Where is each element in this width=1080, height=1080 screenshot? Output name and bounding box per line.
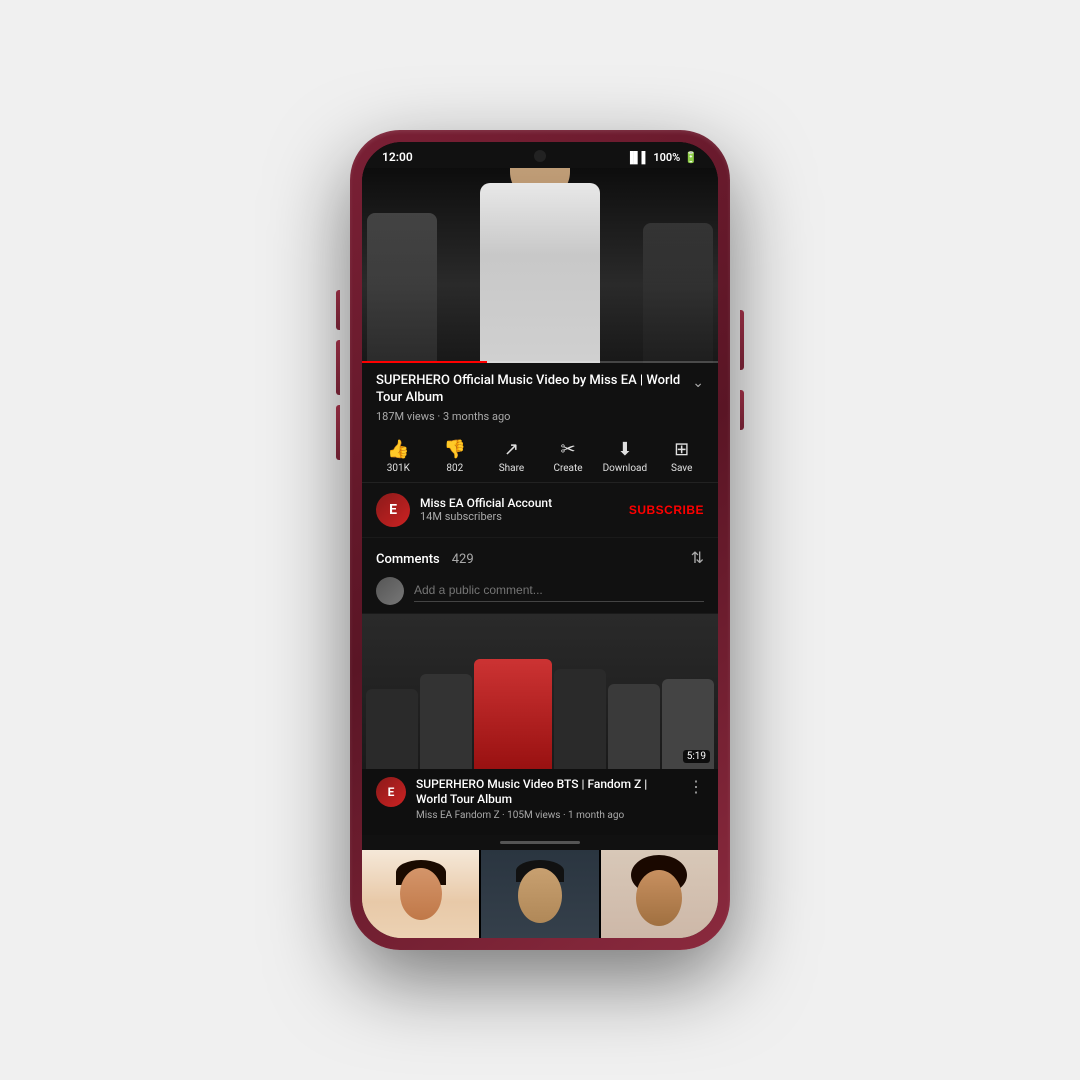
- comment-input[interactable]: [414, 579, 704, 602]
- next-video-text: SUPERHERO Music Video BTS | Fandom Z | W…: [416, 777, 678, 821]
- comments-section: Comments 429 ⇅: [362, 538, 718, 614]
- next-video-info: E SUPERHERO Music Video BTS | Fandom Z |…: [362, 769, 718, 829]
- video-call-strip: [362, 850, 718, 938]
- video-meta: 187M views · 3 months ago: [376, 410, 704, 423]
- video-duration: 5:19: [683, 750, 710, 763]
- comment-input-row: [376, 577, 704, 605]
- crowd-scene: [362, 614, 718, 769]
- chevron-down-icon[interactable]: ⌄: [692, 375, 704, 391]
- more-options-icon[interactable]: ⋮: [688, 777, 704, 796]
- volume-down-button: [336, 340, 340, 395]
- download-label: Download: [603, 463, 648, 474]
- video-info-section: SUPERHERO Official Music Video by Miss E…: [362, 363, 718, 429]
- save-label: Save: [671, 463, 692, 474]
- share-icon: ↗: [504, 439, 519, 460]
- front-camera: [534, 150, 546, 162]
- participant-face-3: [601, 850, 718, 938]
- dislike-button[interactable]: 👎 802: [433, 439, 477, 474]
- participant-face-1: [362, 850, 479, 938]
- download-icon: ⬇: [617, 439, 632, 460]
- participant-2[interactable]: [481, 850, 600, 938]
- channel-name[interactable]: Miss EA Official Account: [420, 496, 629, 510]
- status-right: ▐▌▌ 100% 🔋: [626, 151, 698, 164]
- next-video-section: 5:19 E SUPERHERO Music Video BTS | Fando…: [362, 614, 718, 835]
- dislike-icon: 👎: [444, 439, 466, 460]
- side-figure-left: [367, 213, 437, 363]
- battery-level: 100%: [653, 151, 680, 164]
- status-time: 12:00: [382, 150, 413, 164]
- comments-count: 429: [452, 552, 474, 567]
- channel-avatar[interactable]: E: [376, 493, 410, 527]
- phone-device: 12:00 ▐▌▌ 100% 🔋: [350, 130, 730, 950]
- sort-icon[interactable]: ⇅: [691, 548, 704, 567]
- next-video-channel-avatar[interactable]: E: [376, 777, 406, 807]
- bixby-button: [336, 405, 340, 460]
- next-video-meta: Miss EA Fandom Z · 105M views · 1 month …: [416, 810, 678, 821]
- signal-icon: ▐▌▌: [626, 151, 649, 164]
- comments-title-row: Comments 429: [376, 548, 474, 567]
- video-content: [362, 168, 718, 363]
- comments-label: Comments: [376, 552, 440, 567]
- comments-header: Comments 429 ⇅: [376, 548, 704, 567]
- like-icon: 👍: [387, 439, 409, 460]
- like-button[interactable]: 👍 301K: [376, 439, 420, 474]
- next-video-thumbnail[interactable]: 5:19: [362, 614, 718, 769]
- main-figure: [480, 183, 600, 363]
- home-indicator: [500, 841, 580, 844]
- battery-icon: 🔋: [684, 151, 698, 164]
- download-button[interactable]: ⬇ Download: [603, 439, 648, 474]
- participant-face-2: [481, 850, 598, 938]
- channel-subscribers: 14M subscribers: [420, 510, 629, 523]
- like-count: 301K: [387, 463, 410, 474]
- save-button[interactable]: ⊞ Save: [660, 439, 704, 474]
- share-label: Share: [499, 463, 524, 474]
- channel-info: Miss EA Official Account 14M subscribers: [420, 496, 629, 523]
- next-video-title[interactable]: SUPERHERO Music Video BTS | Fandom Z | W…: [416, 777, 678, 808]
- share-button[interactable]: ↗ Share: [489, 439, 533, 474]
- participant-1[interactable]: [362, 850, 481, 938]
- save-icon: ⊞: [674, 439, 689, 460]
- action-buttons-row: 👍 301K 👎 802 ↗ Share ✂ Create ⬇ Download…: [362, 429, 718, 483]
- figure-body: [480, 183, 600, 363]
- nav-indicator: [362, 835, 718, 850]
- video-player[interactable]: [362, 168, 718, 363]
- participant-3[interactable]: [601, 850, 718, 938]
- channel-row: E Miss EA Official Account 14M subscribe…: [362, 483, 718, 538]
- video-progress-track[interactable]: [362, 361, 718, 363]
- phone-screen: 12:00 ▐▌▌ 100% 🔋: [362, 142, 718, 938]
- video-progress-fill: [362, 361, 487, 363]
- create-button[interactable]: ✂ Create: [546, 439, 590, 474]
- side-figure-right: [643, 223, 713, 363]
- volume-up-button: [336, 290, 340, 330]
- power-button: [740, 310, 744, 370]
- video-title-row: SUPERHERO Official Music Video by Miss E…: [376, 373, 704, 407]
- create-icon: ✂: [560, 439, 575, 460]
- commenter-avatar: [376, 577, 404, 605]
- power-button-2: [740, 390, 744, 430]
- video-title: SUPERHERO Official Music Video by Miss E…: [376, 373, 684, 407]
- subscribe-button[interactable]: SUBSCRIBE: [629, 503, 704, 517]
- create-label: Create: [553, 463, 582, 474]
- dislike-count: 802: [446, 463, 463, 474]
